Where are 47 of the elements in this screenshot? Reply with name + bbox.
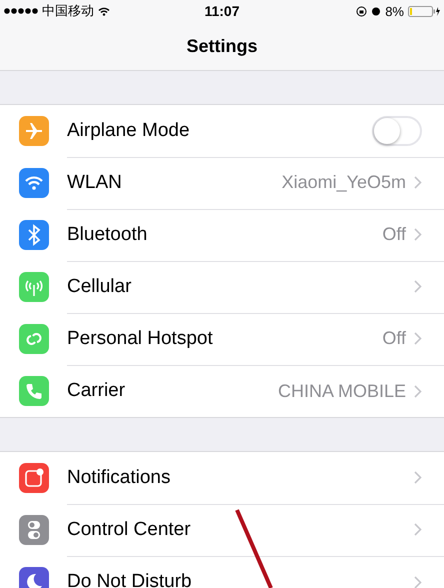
- setting-value: Off: [382, 328, 406, 349]
- airplane-icon: [19, 116, 49, 146]
- chevron-icon: [414, 523, 422, 536]
- battery-percentage: 8%: [385, 4, 404, 18]
- setting-value: CHINA MOBILE: [278, 380, 406, 402]
- battery-icon: [408, 6, 440, 16]
- chevron-icon: [414, 332, 422, 345]
- setting-label: Personal Hotspot: [67, 328, 214, 350]
- signal-icon: [4, 8, 38, 14]
- setting-value: Off: [382, 224, 406, 245]
- page-title: Settings: [186, 36, 258, 56]
- setting-value: Xiaomi_YeO5m: [282, 172, 406, 193]
- toggles-icon: [19, 515, 49, 545]
- settings-row[interactable]: Do Not Disturb: [0, 556, 444, 588]
- bluetooth-icon: [19, 220, 49, 250]
- chevron-icon: [414, 471, 422, 484]
- setting-label: Notifications: [67, 466, 172, 488]
- carrier-name: 中国移动: [42, 2, 94, 20]
- settings-row[interactable]: Cellular: [0, 261, 444, 313]
- phone-icon: [19, 376, 49, 406]
- wifi-icon: [19, 168, 49, 198]
- setting-label: Do Not Disturb: [67, 571, 193, 588]
- chevron-icon: [414, 176, 422, 189]
- setting-label: Cellular: [67, 276, 132, 298]
- setting-label: Bluetooth: [67, 224, 148, 246]
- settings-row[interactable]: WLAN Xiaomi_YeO5m: [0, 157, 444, 209]
- wifi-icon: [98, 6, 110, 16]
- setting-label: Carrier: [67, 380, 126, 402]
- settings-row[interactable]: Airplane Mode: [0, 105, 444, 157]
- chevron-icon: [414, 576, 422, 588]
- chevron-icon: [414, 384, 422, 398]
- settings-row[interactable]: Personal Hotspot Off: [0, 313, 444, 365]
- toggle-switch[interactable]: [372, 116, 422, 146]
- setting-label: Airplane Mode: [67, 120, 191, 142]
- antenna-icon: [19, 272, 49, 302]
- setting-label: WLAN: [67, 172, 123, 194]
- rotation-lock-icon: [356, 6, 368, 16]
- chevron-icon: [414, 228, 422, 241]
- notifications-icon: [19, 463, 49, 493]
- settings-row[interactable]: Notifications: [0, 452, 444, 504]
- settings-row[interactable]: Control Center: [0, 504, 444, 556]
- settings-row[interactable]: Carrier CHINA MOBILE: [0, 365, 444, 417]
- settings-row[interactable]: Bluetooth Off: [0, 209, 444, 261]
- chain-link-icon: [19, 324, 49, 354]
- setting-label: Control Center: [67, 518, 192, 540]
- chevron-icon: [414, 280, 422, 293]
- clock-time: 11:07: [204, 3, 240, 19]
